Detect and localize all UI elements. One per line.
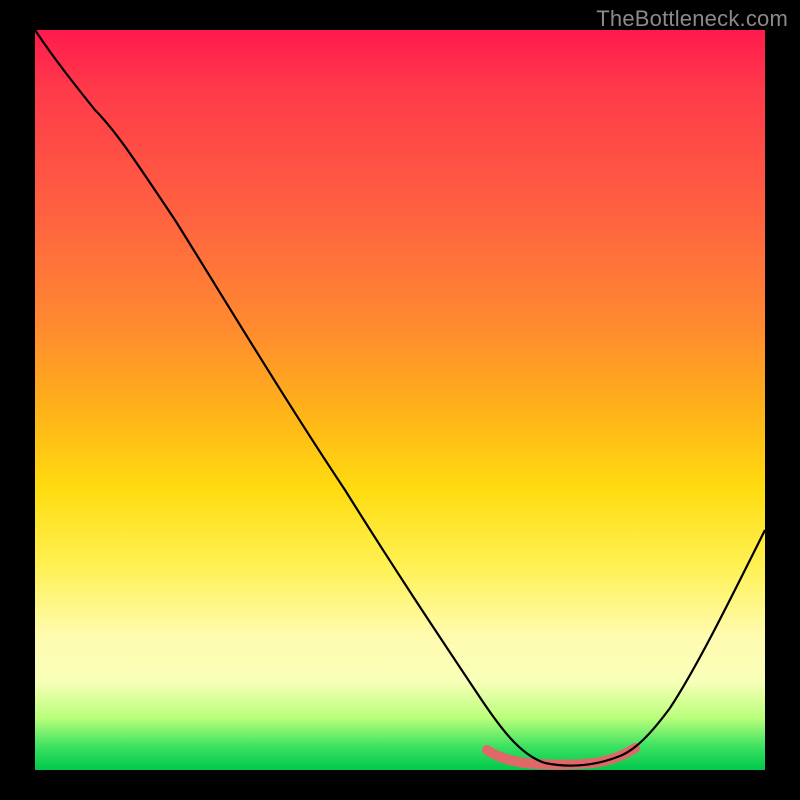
watermark-text: TheBottleneck.com: [596, 6, 788, 32]
valley-highlight-band: [487, 748, 635, 765]
plot-area: [35, 30, 765, 770]
bottleneck-curve: [35, 30, 765, 766]
chart-frame: TheBottleneck.com: [0, 0, 800, 800]
curve-svg: [35, 30, 765, 770]
